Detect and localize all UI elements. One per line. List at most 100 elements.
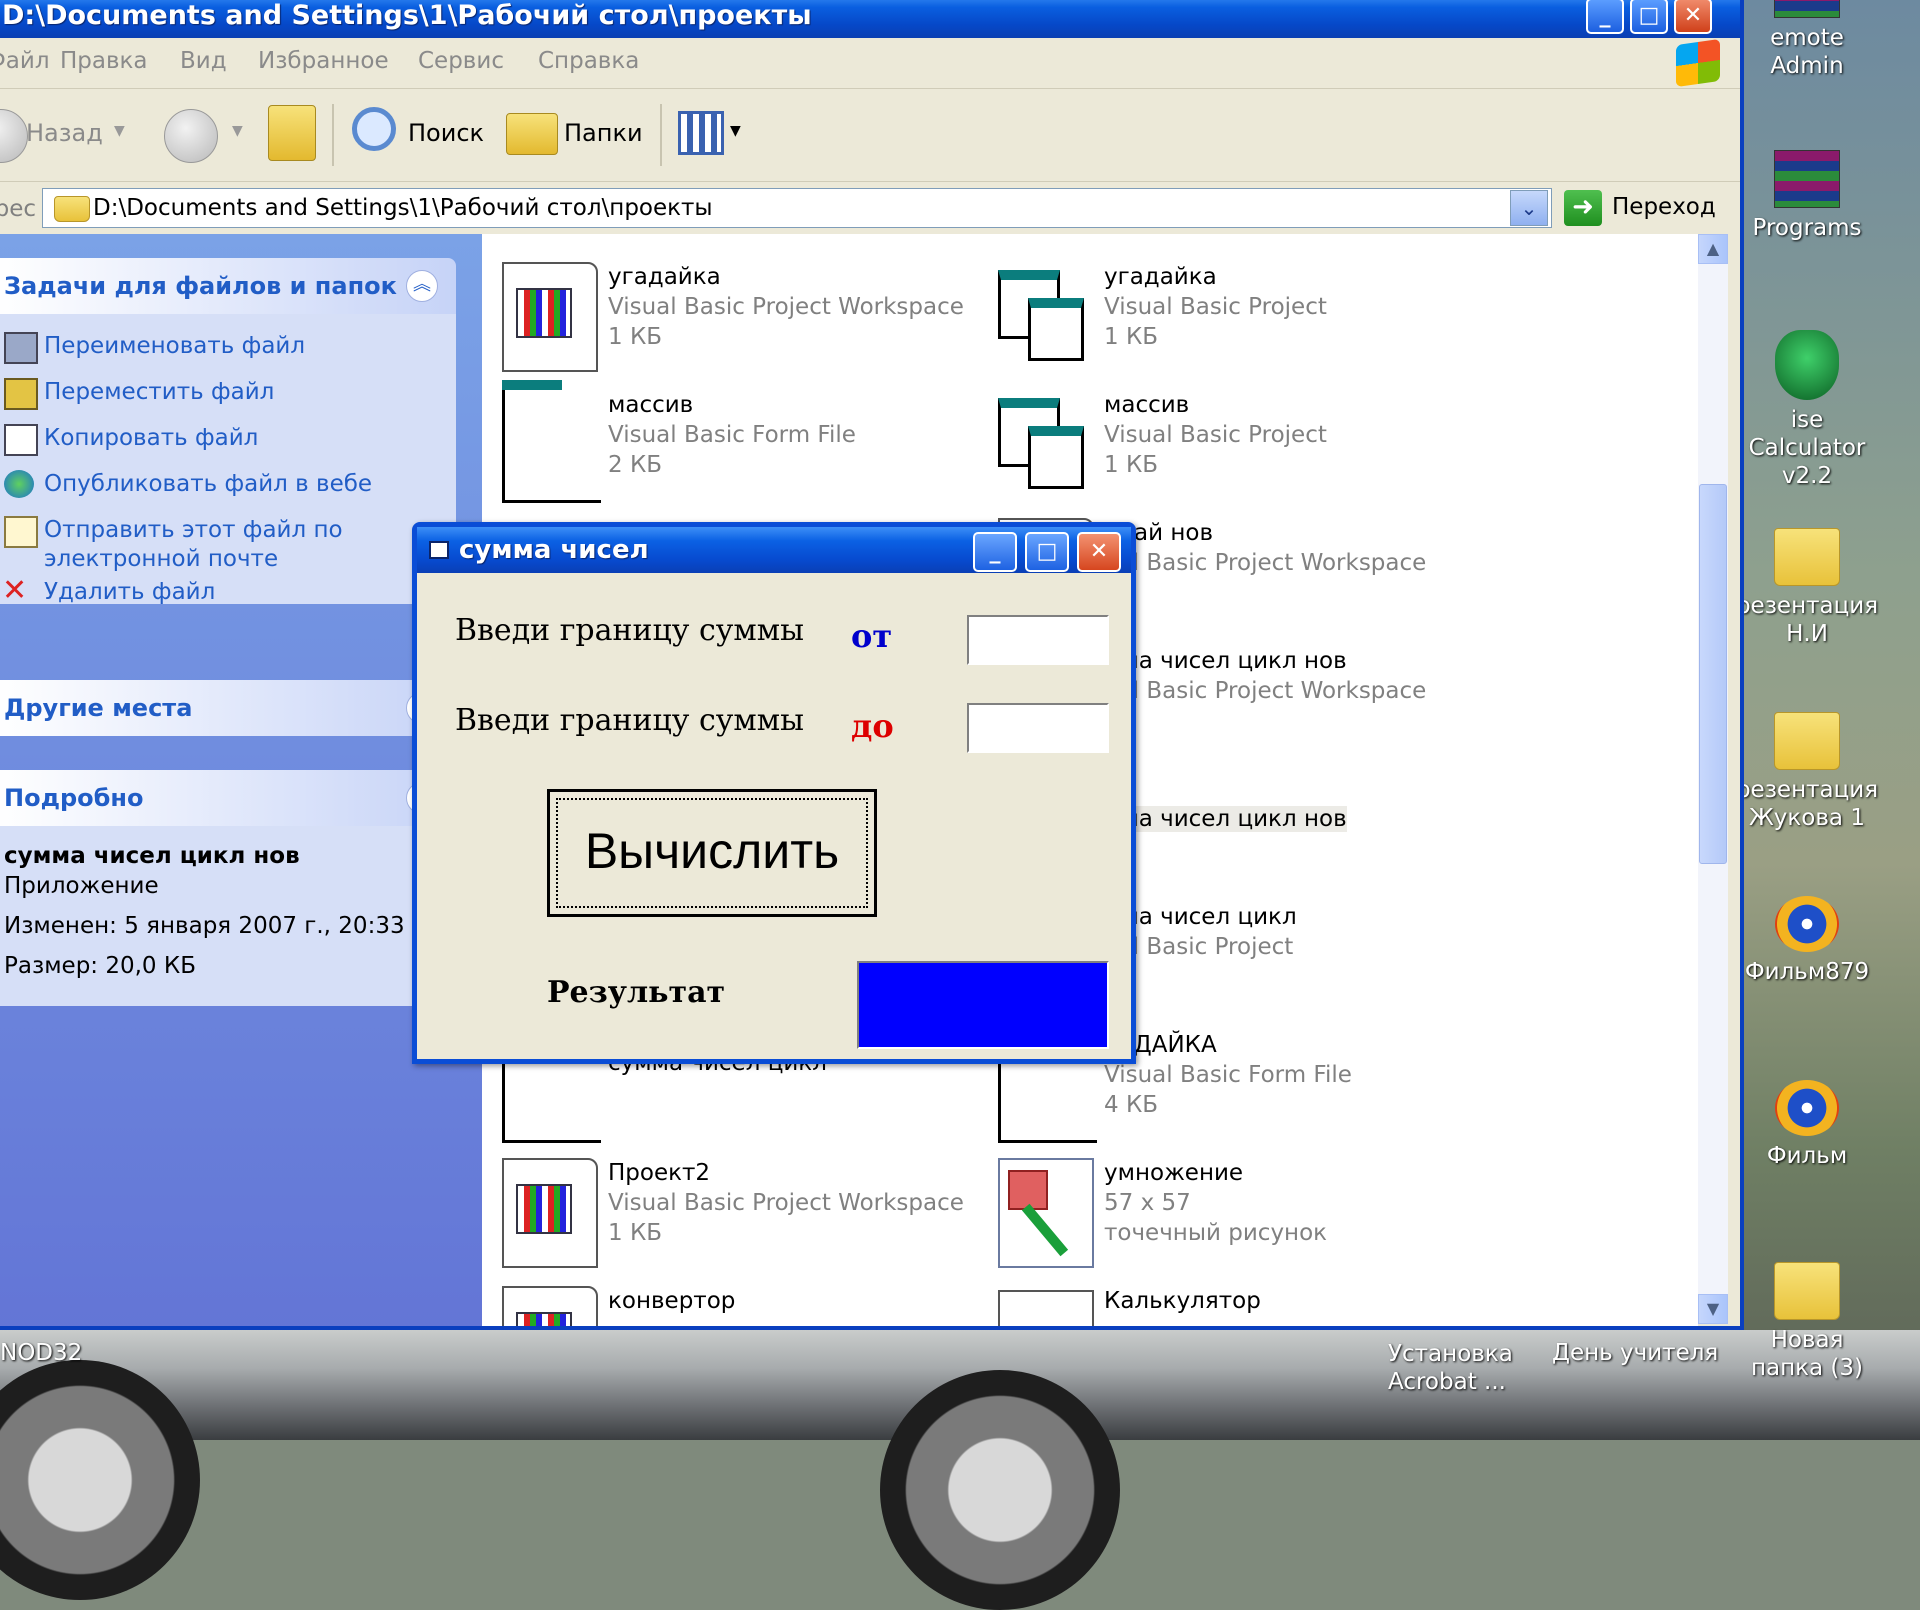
file-name: массив	[608, 392, 694, 418]
desktop-icon-film879[interactable]: Фильм879	[1732, 896, 1882, 986]
task-email-file[interactable]: Отправить этот файл по электронной почте	[44, 516, 404, 574]
minimize-button[interactable]: _	[1586, 0, 1624, 34]
address-input[interactable]: D:\Documents and Settings\1\Рабочий стол…	[42, 188, 1552, 228]
task-move-file[interactable]: Переместить файл	[44, 378, 274, 407]
movie-icon	[1775, 896, 1839, 952]
list-item[interactable]: угадайка Visual Basic Project 1 КБ	[998, 262, 1478, 372]
address-bar: Адрес: D:\Documents and Settings\1\Рабоч…	[0, 182, 1740, 234]
folders-button[interactable]: Папки	[564, 119, 643, 147]
file-tasks-header[interactable]: Задачи для файлов и папок ︽	[0, 258, 456, 314]
desktop-icon-presentation-ni[interactable]: резентация Н.И	[1732, 528, 1882, 648]
list-item[interactable]: Проект2 Visual Basic Project Workspace 1…	[502, 1158, 982, 1268]
from-input[interactable]	[967, 615, 1109, 665]
remote-admin-icon	[1774, 0, 1840, 18]
mail-icon	[4, 516, 38, 548]
file-size: точечный рисунок	[1104, 1220, 1328, 1246]
forward-arrow-icon[interactable]	[164, 109, 218, 163]
views-dropdown-icon[interactable]: ▼	[730, 123, 741, 139]
task-copy-file[interactable]: Копировать файл	[44, 424, 258, 453]
views-icon[interactable]	[678, 111, 724, 155]
calculate-button-label: Вычислить	[584, 823, 840, 879]
menu-help[interactable]: Справка	[538, 48, 639, 74]
back-button[interactable]: Назад	[26, 119, 103, 147]
desktop-icon-remote-admin[interactable]: emote Admin	[1732, 0, 1882, 80]
file-type: Visual Basic Form File	[1104, 1062, 1352, 1088]
result-label: Результат	[547, 975, 726, 1010]
file-type: Visual Basic Project	[1104, 294, 1327, 320]
file-type: Visual Basic Project Workspace	[608, 1190, 964, 1216]
desktop-icon-label: ise Calculator v2.2	[1748, 407, 1866, 489]
list-item[interactable]: массив Visual Basic Project 1 КБ	[998, 390, 1478, 500]
file-size: 1 КБ	[608, 1220, 663, 1246]
up-folder-icon[interactable]	[268, 105, 316, 161]
sum-dialog-window: сумма чисел _ □ ✕ Введи границу суммы от…	[412, 522, 1136, 1064]
toolbar-separator	[660, 104, 662, 166]
rename-icon	[4, 332, 38, 364]
details-header[interactable]: Подробно ︽	[0, 770, 456, 826]
desktop-icon-nod32[interactable]: NOD32	[0, 1340, 82, 1366]
task-delete-file[interactable]: Удалить файл	[44, 578, 215, 607]
other-places-header[interactable]: Другие места ︾	[0, 680, 456, 736]
address-label: Адрес:	[0, 196, 36, 222]
vbw-icon	[502, 1286, 598, 1326]
search-icon[interactable]	[352, 107, 396, 151]
dialog-title: сумма чисел	[459, 535, 649, 565]
list-item[interactable]: Калькулятор	[998, 1286, 1478, 1326]
back-dropdown-icon[interactable]: ▼	[114, 123, 125, 139]
desktop-icon-teachers-day[interactable]: День учителя	[1552, 1340, 1718, 1366]
list-item[interactable]: умножение 57 x 57 точечный рисунок	[998, 1158, 1478, 1268]
collapse-chevron-icon[interactable]: ︽	[406, 270, 438, 302]
file-type: Visual Basic Form File	[608, 422, 856, 448]
file-name: массив	[1104, 392, 1190, 418]
file-name: конвертор	[608, 1288, 736, 1314]
menu-tools[interactable]: Сервис	[418, 48, 504, 74]
scroll-thumb[interactable]	[1699, 484, 1727, 864]
task-rename-file[interactable]: Переименовать файл	[44, 332, 305, 361]
file-size: 4 КБ	[1104, 1092, 1159, 1118]
dialog-close-button[interactable]: ✕	[1077, 532, 1121, 572]
delete-icon: ✕	[2, 573, 28, 608]
address-dropdown-button[interactable]: ⌄	[1510, 190, 1548, 226]
scroll-down-button[interactable]: ▼	[1698, 1294, 1728, 1324]
details-name: сумма чисел цикл нов	[4, 843, 300, 869]
desktop-icon-presentation-zhukova[interactable]: резентация Жукова 1	[1732, 712, 1882, 832]
menu-edit[interactable]: Правка	[60, 48, 148, 74]
close-button[interactable]: ✕	[1674, 0, 1712, 34]
list-item[interactable]: конвертор	[502, 1286, 982, 1326]
desktop-icon-film[interactable]: Фильм	[1732, 1080, 1882, 1170]
forward-dropdown-icon[interactable]: ▼	[232, 123, 243, 139]
to-label: Введи границу суммы	[455, 703, 804, 738]
go-button[interactable]: Переход	[1612, 194, 1716, 220]
explorer-titlebar[interactable]: D:\Documents and Settings\1\Рабочий стол…	[0, 0, 1740, 38]
vertical-scrollbar[interactable]: ▲ ▼	[1698, 234, 1728, 1324]
file-size: 1 КБ	[1104, 452, 1159, 478]
toolbar-separator	[332, 104, 334, 166]
desktop-icon-label: NOD32	[0, 1340, 83, 1366]
dialog-maximize-button[interactable]: □	[1025, 532, 1069, 572]
dialog-minimize-button[interactable]: _	[973, 532, 1017, 572]
desktop-icon-acrobat[interactable]: Установка Acrobat ...	[1388, 1340, 1518, 1396]
folders-icon[interactable]	[506, 113, 558, 155]
calculate-button[interactable]: Вычислить	[547, 789, 877, 917]
folder-icon	[54, 196, 90, 222]
vbw-icon	[502, 1158, 598, 1268]
maximize-button[interactable]: □	[1630, 0, 1668, 34]
toolbar: Назад ▼ ▼ Поиск Папки ▼	[0, 89, 1740, 182]
file-name: угадайка	[1104, 264, 1217, 290]
desktop-icon-programs[interactable]: Programs	[1732, 150, 1882, 242]
list-item[interactable]: массив Visual Basic Form File 2 КБ	[502, 380, 982, 503]
menu-favorites[interactable]: Избранное	[258, 48, 389, 74]
dialog-titlebar[interactable]: сумма чисел _ □ ✕	[417, 527, 1131, 573]
desktop-icon-new-folder[interactable]: Новая папка (3)	[1732, 1262, 1882, 1382]
search-button[interactable]: Поиск	[408, 119, 484, 147]
task-publish-web[interactable]: Опубликовать файл в вебе	[44, 470, 372, 499]
go-arrow-icon[interactable]: ➜	[1564, 190, 1602, 226]
scroll-up-button[interactable]: ▲	[1698, 234, 1728, 264]
back-arrow-icon[interactable]	[0, 109, 28, 163]
desktop-icon-calculator[interactable]: ise Calculator v2.2	[1732, 330, 1882, 490]
menu-file[interactable]: Файл	[0, 48, 50, 74]
menu-view[interactable]: Вид	[180, 48, 227, 74]
to-input[interactable]	[967, 703, 1109, 753]
from-word: от	[851, 617, 893, 655]
list-item[interactable]: угадайка Visual Basic Project Workspace …	[502, 262, 982, 372]
